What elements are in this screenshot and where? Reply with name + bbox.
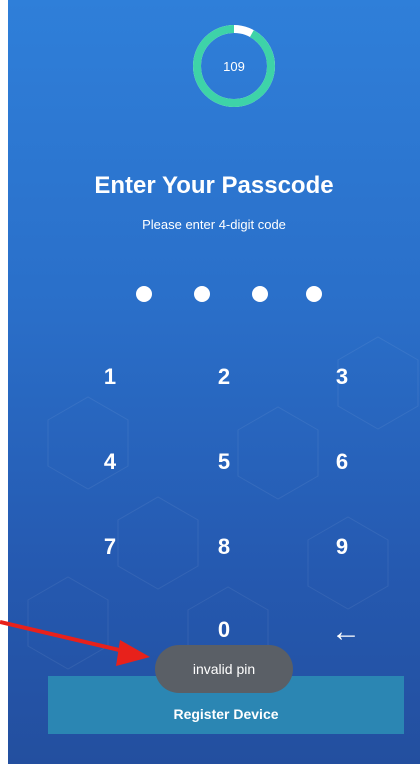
annotation-arrow-icon (0, 620, 150, 666)
page-title: Enter Your Passcode (94, 172, 334, 199)
countdown-timer: 109 (190, 22, 278, 110)
pin-dot (194, 286, 210, 302)
register-device-label: Register Device (173, 706, 279, 722)
key-3[interactable]: 3 (312, 355, 372, 399)
key-4[interactable]: 4 (80, 440, 140, 484)
key-9[interactable]: 9 (312, 525, 372, 569)
pin-indicator (136, 286, 326, 304)
backspace-arrow-icon[interactable]: ← (316, 610, 376, 654)
key-7[interactable]: 7 (80, 525, 140, 569)
pin-dot (252, 286, 268, 302)
pin-dot (306, 286, 322, 302)
key-8[interactable]: 8 (194, 525, 254, 569)
key-5[interactable]: 5 (194, 440, 254, 484)
key-6[interactable]: 6 (312, 440, 372, 484)
pin-dot (136, 286, 152, 302)
page-subtitle: Please enter 4-digit code (142, 217, 286, 232)
key-2[interactable]: 2 (194, 355, 254, 399)
toast-message: invalid pin (155, 645, 293, 693)
key-1[interactable]: 1 (80, 355, 140, 399)
timer-value: 109 (223, 58, 245, 74)
